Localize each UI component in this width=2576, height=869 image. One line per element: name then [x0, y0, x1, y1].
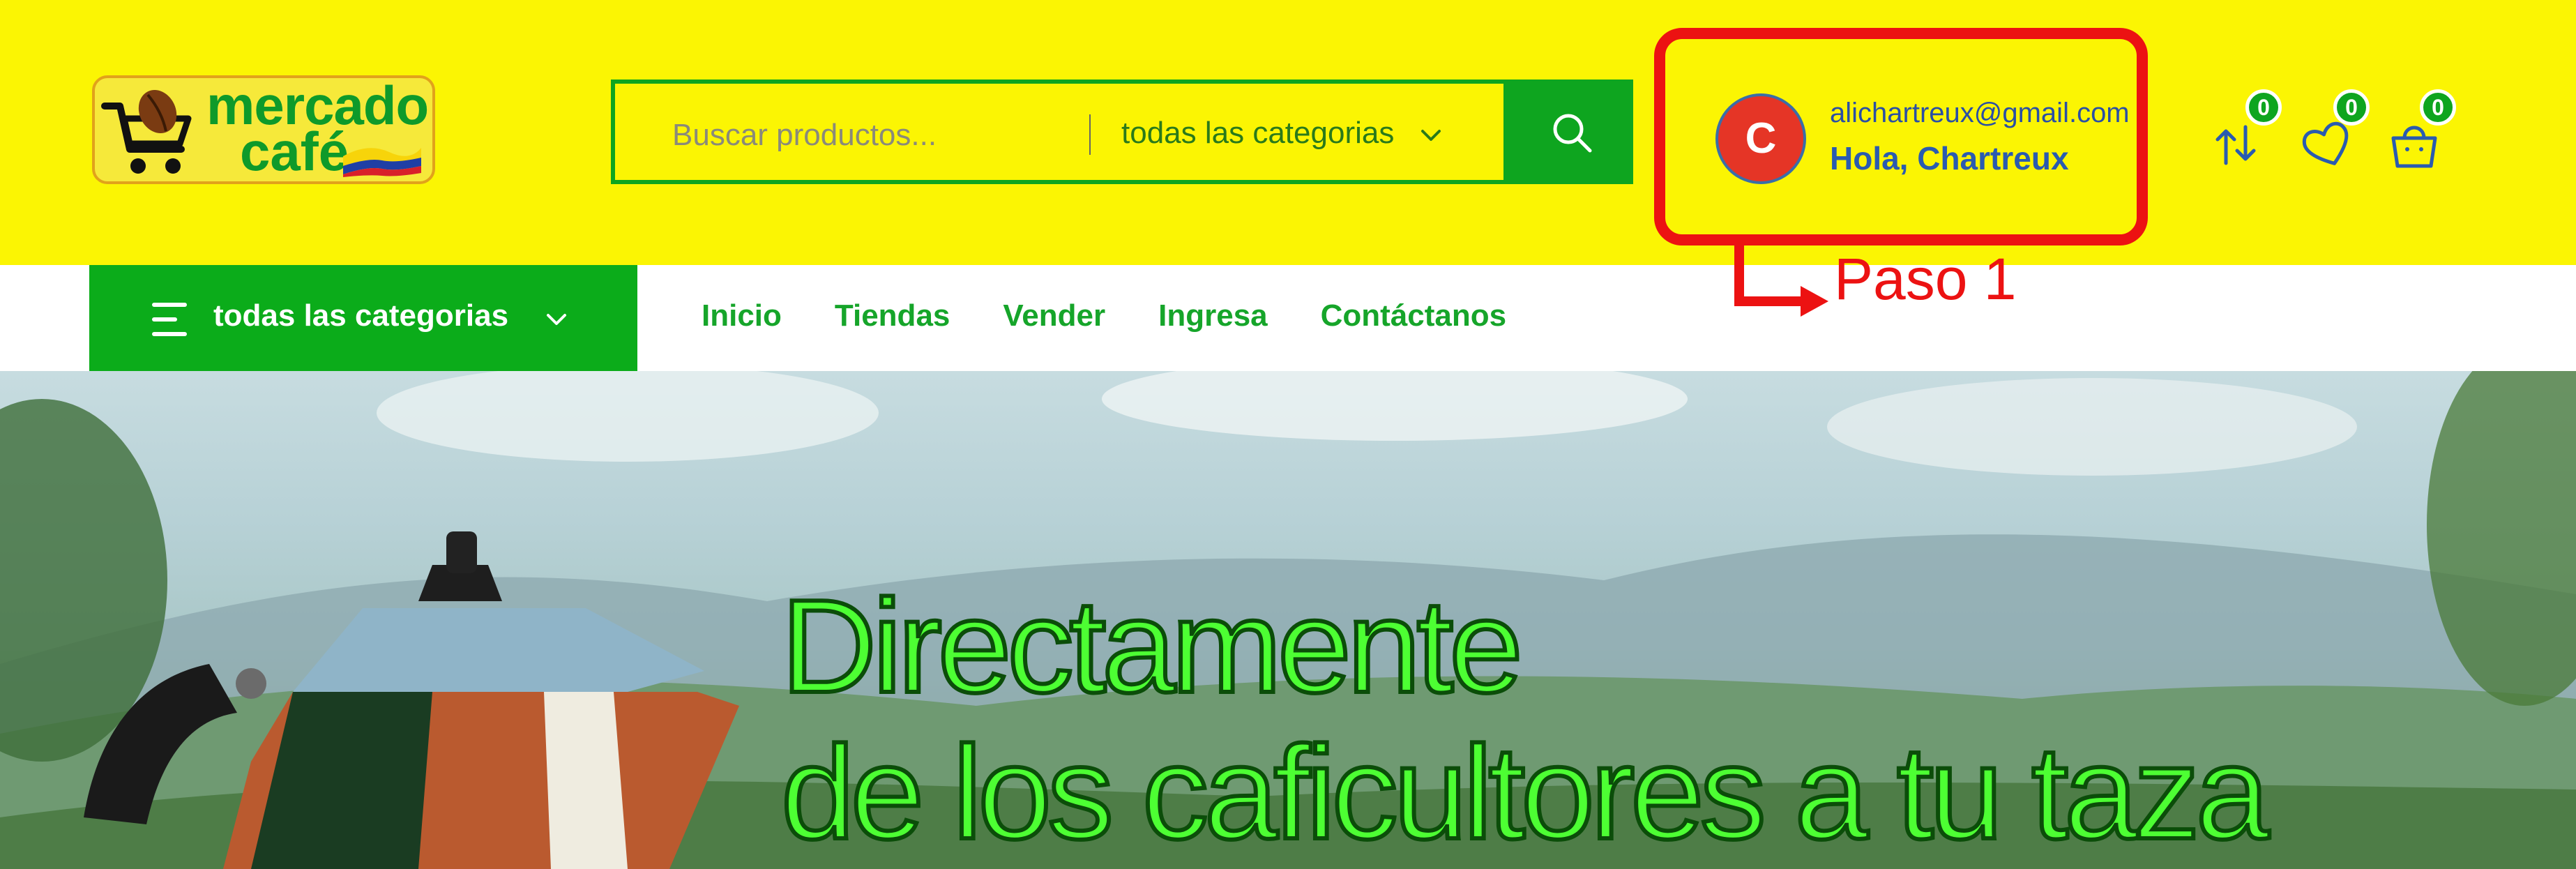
compare-icon	[2215, 125, 2256, 165]
heart-icon	[2302, 121, 2349, 165]
step-label: Paso 1	[1834, 246, 2017, 312]
nav-link-contactanos[interactable]: Contáctanos	[1321, 299, 1506, 333]
search-field-container: todas las categorias	[611, 80, 1508, 184]
search-button[interactable]	[1508, 80, 1633, 184]
category-select[interactable]: todas las categorias	[1121, 116, 1394, 151]
cart-logo-icon	[101, 89, 192, 174]
hero-banner: Directamente de los caficultores a tu ta…	[0, 371, 2576, 869]
nav-link-inicio[interactable]: Inicio	[702, 299, 782, 333]
user-greeting[interactable]: Hola, Chartreux	[1830, 139, 2069, 177]
nav-link-tiendas[interactable]: Tiendas	[835, 299, 950, 333]
search-icon	[1553, 114, 1592, 153]
compare-button[interactable]: 0	[2212, 89, 2289, 166]
site-header: mercado café todas las categorias C alic…	[0, 0, 2576, 265]
chevron-down-icon[interactable]	[1417, 121, 1445, 149]
nav-links: Inicio Tiendas Vender Ingresa Contáctano…	[702, 299, 1506, 333]
search-divider	[1089, 114, 1091, 155]
wishlist-button[interactable]: 0	[2300, 89, 2377, 166]
search-bar: todas las categorias	[611, 80, 1633, 184]
colombia-flag-icon	[343, 148, 421, 177]
avatar[interactable]: C	[1715, 93, 1806, 184]
user-email[interactable]: alichartreux@gmail.com	[1830, 98, 2130, 129]
hero-title: Directamente	[779, 573, 1525, 720]
user-account-highlight[interactable]: C alichartreux@gmail.com Hola, Chartreux	[1654, 28, 2148, 245]
all-categories-button[interactable]: todas las categorias	[89, 265, 637, 371]
all-categories-label: todas las categorias	[213, 299, 509, 333]
nav-link-ingresa[interactable]: Ingresa	[1158, 299, 1268, 333]
cart-button[interactable]: 0	[2386, 89, 2463, 168]
main-navigation: todas las categorias Inicio Tiendas Vend…	[0, 265, 2576, 371]
step-annotation: Paso 1	[1731, 245, 2079, 329]
wishlist-count-badge: 0	[2333, 89, 2370, 126]
search-input[interactable]	[671, 117, 987, 153]
cart-count-badge: 0	[2420, 89, 2456, 126]
chevron-down-icon	[547, 314, 566, 325]
arrow-icon	[1734, 245, 1828, 317]
hero-subtitle: de los caficultores a tu taza	[779, 719, 2271, 867]
nav-link-vender[interactable]: Vender	[1003, 299, 1105, 333]
menu-icon	[152, 303, 187, 336]
shopping-bag-icon	[2391, 126, 2437, 168]
compare-count-badge: 0	[2245, 89, 2282, 126]
site-logo[interactable]: mercado café	[92, 75, 435, 184]
